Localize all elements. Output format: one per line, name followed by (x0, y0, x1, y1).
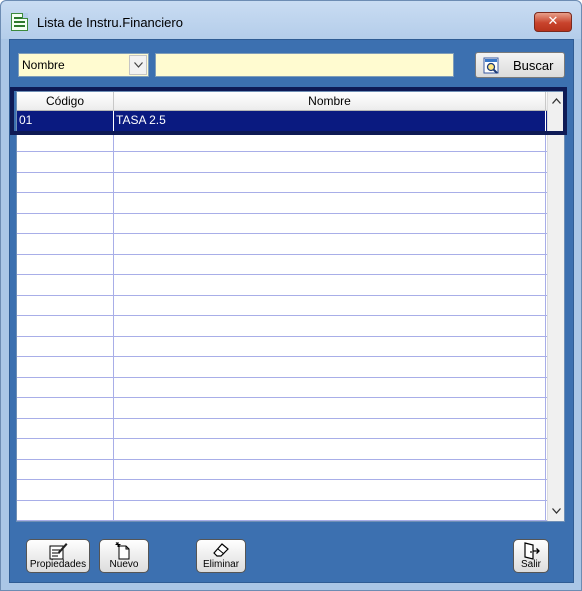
table-row[interactable] (17, 459, 547, 480)
list-document-icon (11, 13, 28, 31)
cell-nombre (114, 500, 546, 520)
table-row[interactable] (17, 336, 547, 357)
table-row[interactable] (17, 500, 547, 521)
table-row[interactable] (17, 480, 547, 501)
grid-header: Código Nombre (17, 92, 547, 111)
window: Lista de Instru.Financiero ✕ Nombre Busc… (0, 0, 582, 591)
client-area: Nombre Buscar Código Nombre 01 TASA 2.5 … (9, 39, 574, 583)
table-row[interactable]: 01 TASA 2.5 (17, 111, 547, 132)
table-row[interactable] (17, 131, 547, 152)
nuevo-label: Nuevo (109, 559, 139, 570)
cell-codigo (17, 131, 114, 151)
cell-nombre (114, 439, 546, 459)
table-row[interactable] (17, 213, 547, 234)
cell-codigo (17, 172, 114, 192)
cell-codigo (17, 316, 114, 336)
cell-nombre (114, 193, 546, 213)
cell-codigo (17, 418, 114, 438)
cell-nombre (114, 459, 546, 479)
results-grid[interactable]: Código Nombre 01 TASA 2.5 (16, 91, 565, 522)
cell-nombre (114, 275, 546, 295)
table-row[interactable] (17, 172, 547, 193)
table-row[interactable] (17, 398, 547, 419)
grid-rows: 01 TASA 2.5 (17, 111, 547, 521)
cell-nombre (114, 152, 546, 172)
table-row[interactable] (17, 193, 547, 214)
search-field-value: Nombre (22, 58, 65, 72)
cell-nombre (114, 131, 546, 151)
cell-codigo (17, 275, 114, 295)
eliminar-label: Eliminar (202, 559, 240, 570)
cell-codigo: 01 (17, 111, 114, 131)
cell-nombre (114, 398, 546, 418)
cell-codigo (17, 213, 114, 233)
cell-codigo (17, 152, 114, 172)
table-row[interactable] (17, 254, 547, 275)
cell-codigo (17, 439, 114, 459)
cell-codigo (17, 459, 114, 479)
table-row[interactable] (17, 316, 547, 337)
cell-nombre (114, 234, 546, 254)
cell-nombre (114, 357, 546, 377)
cell-codigo (17, 234, 114, 254)
close-button[interactable]: ✕ (534, 12, 572, 32)
buscar-label: Buscar (513, 58, 554, 73)
cell-nombre (114, 172, 546, 192)
cell-nombre (114, 377, 546, 397)
eliminar-button[interactable]: Eliminar (196, 539, 246, 573)
cell-nombre (114, 254, 546, 274)
window-title: Lista de Instru.Financiero (37, 15, 183, 30)
cell-codigo (17, 377, 114, 397)
table-row[interactable] (17, 295, 547, 316)
table-row[interactable] (17, 275, 547, 296)
cell-codigo (17, 480, 114, 500)
title-bar[interactable]: Lista de Instru.Financiero ✕ (1, 1, 581, 39)
search-bar: Nombre Buscar (18, 52, 566, 79)
propiedades-button[interactable]: Propiedades (26, 539, 90, 573)
search-document-icon (483, 57, 501, 74)
cell-nombre (114, 295, 546, 315)
nuevo-button[interactable]: Nuevo (99, 539, 149, 573)
cell-nombre (114, 316, 546, 336)
cell-nombre (114, 418, 546, 438)
scroll-up-icon[interactable] (549, 93, 564, 110)
cell-codigo (17, 254, 114, 274)
chevron-down-icon[interactable] (129, 55, 147, 75)
cell-codigo (17, 398, 114, 418)
column-header-nombre[interactable]: Nombre (114, 92, 546, 111)
cell-codigo (17, 193, 114, 213)
cell-nombre: TASA 2.5 (114, 111, 546, 131)
table-row[interactable] (17, 418, 547, 439)
vertical-scrollbar[interactable] (547, 92, 564, 521)
table-row[interactable] (17, 234, 547, 255)
table-row[interactable] (17, 439, 547, 460)
cell-codigo (17, 295, 114, 315)
column-header-codigo[interactable]: Código (17, 92, 114, 111)
cell-nombre (114, 213, 546, 233)
table-row[interactable] (17, 357, 547, 378)
buscar-button[interactable]: Buscar (475, 52, 565, 78)
cell-nombre (114, 480, 546, 500)
search-input[interactable] (155, 53, 454, 77)
table-row[interactable] (17, 152, 547, 173)
cell-codigo (17, 500, 114, 520)
table-row[interactable] (17, 377, 547, 398)
propiedades-label: Propiedades (29, 559, 87, 570)
salir-label: Salir (520, 559, 541, 570)
cell-codigo (17, 336, 114, 356)
scroll-down-icon[interactable] (549, 503, 564, 520)
cell-codigo (17, 357, 114, 377)
search-field-select[interactable]: Nombre (18, 53, 149, 77)
cell-nombre (114, 336, 546, 356)
salir-button[interactable]: Salir (513, 539, 549, 573)
